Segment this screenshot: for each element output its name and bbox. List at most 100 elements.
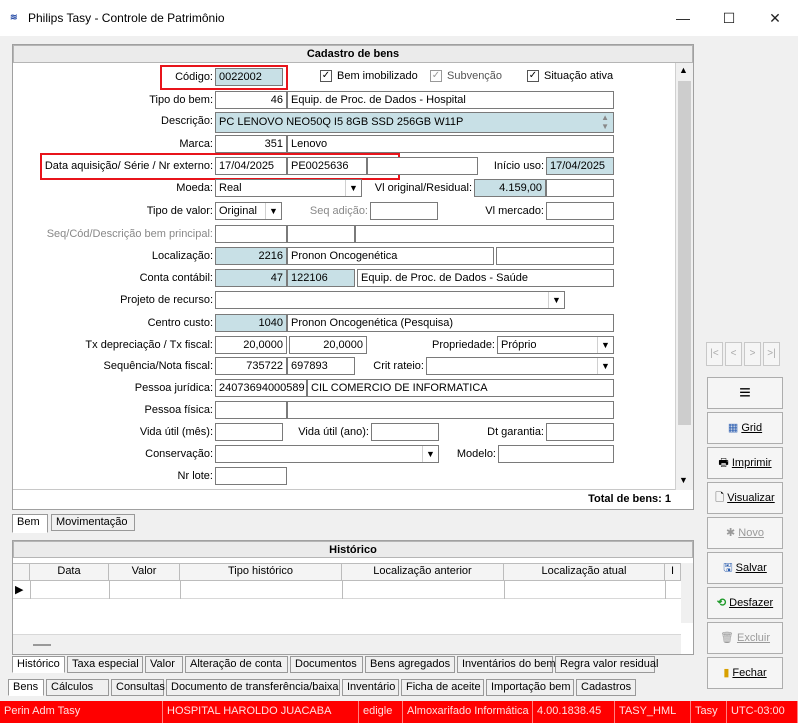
conservacao-select[interactable]: ▼ (215, 445, 439, 463)
tab-regra-valor-residual[interactable]: Regra valor residual (555, 656, 658, 673)
close-button[interactable]: ✕ (752, 0, 798, 36)
chevron-down-icon[interactable]: ▼ (345, 180, 361, 196)
seq-principal-cod-field[interactable] (287, 225, 355, 243)
col-localizacao-anterior[interactable]: Localização anterior (342, 564, 504, 580)
chevron-down-icon[interactable]: ▼ (597, 358, 613, 374)
vida-util-mes-field[interactable] (215, 423, 283, 441)
pessoa-fisica-code-field[interactable] (215, 401, 287, 419)
seq-adicao-field[interactable] (370, 202, 438, 220)
historico-vscroll[interactable] (681, 563, 693, 623)
tab-inventario[interactable]: Inventário (342, 679, 399, 696)
first-record-button[interactable]: |< (706, 342, 723, 366)
tab-alteracao-conta[interactable]: Alteração de conta (185, 656, 288, 673)
tab-bens[interactable]: Bens (8, 679, 44, 696)
tab-calculos[interactable]: Cálculos (46, 679, 109, 696)
moeda-select[interactable]: Real ▼ (215, 179, 362, 197)
descricao-field[interactable]: PC LENOVO NEO50Q I5 8GB SSD 256GB W11P ▲… (215, 112, 614, 133)
historico-row[interactable]: ▶ (13, 581, 681, 599)
centro-custo-code-field[interactable]: 1040 (215, 314, 287, 332)
tipo-bem-desc-field[interactable]: Equip. de Proc. de Dados - Hospital (287, 91, 614, 109)
seq-principal-seq-field[interactable] (215, 225, 287, 243)
modelo-field[interactable] (498, 445, 614, 463)
tab-documentos[interactable]: Documentos (290, 656, 363, 673)
desfazer-button[interactable]: ⟲ Desfazer (707, 587, 783, 619)
maximize-button[interactable]: ☐ (706, 0, 752, 36)
tab-importacao-bem[interactable]: Importação bem (486, 679, 574, 696)
tab-historico[interactable]: Histórico (12, 656, 65, 673)
marca-code-field[interactable]: 351 (215, 135, 287, 153)
chevron-down-icon[interactable]: ▼ (265, 203, 281, 219)
data-aquisicao-field[interactable]: 17/04/2025 (215, 157, 287, 175)
scroll-down-icon[interactable]: ▼ (679, 475, 688, 485)
subvencao-checkbox[interactable]: ✓ Subvenção (430, 70, 502, 83)
excluir-button[interactable]: 🗑 Excluir (707, 622, 783, 654)
tab-consultas[interactable]: Consultas (111, 679, 165, 696)
centro-custo-desc-field[interactable]: Pronon Oncogenética (Pesquisa) (287, 314, 614, 332)
form-scrollbar[interactable]: ▲ ▼ (675, 63, 693, 490)
crit-rateio-select[interactable]: ▼ (426, 357, 614, 375)
spin-icon[interactable]: ▲ ▼ (601, 113, 609, 131)
chevron-down-icon[interactable]: ▼ (597, 337, 613, 353)
col-tipo-historico[interactable]: Tipo histórico (180, 564, 342, 580)
vida-util-ano-field[interactable] (371, 423, 439, 441)
tipo-valor-select[interactable]: Original ▼ (215, 202, 282, 220)
nota-fiscal-field[interactable]: 697893 (287, 357, 355, 375)
col-extra[interactable]: I (665, 564, 681, 580)
pessoa-fisica-name-field[interactable] (287, 401, 614, 419)
scroll-up-icon[interactable]: ▲ (679, 65, 688, 75)
imprimir-button[interactable]: 🖶 Imprimir (707, 447, 783, 479)
scroll-thumb[interactable] (678, 81, 691, 425)
vl-mercado-field[interactable] (546, 202, 614, 220)
grid-button[interactable]: ▦ Grid (707, 412, 783, 444)
col-valor[interactable]: Valor (109, 564, 180, 580)
last-record-button[interactable]: >| (763, 342, 780, 366)
chevron-down-icon[interactable]: ▼ (548, 292, 564, 308)
visualizar-button[interactable]: 🗋 Visualizar (707, 482, 783, 514)
next-record-button[interactable]: > (744, 342, 761, 366)
tab-taxa-especial[interactable]: Taxa especial (67, 656, 143, 673)
codigo-field[interactable]: 0022002 (215, 68, 283, 86)
marca-desc-field[interactable]: Lenovo (287, 135, 614, 153)
tab-valor[interactable]: Valor (145, 656, 183, 673)
tab-cadastros[interactable]: Cadastros (576, 679, 636, 696)
tx-fiscal-field[interactable]: 20,0000 (289, 336, 367, 354)
conta-contabil-desc-field[interactable]: Equip. de Proc. de Dados - Saúde (357, 269, 614, 287)
novo-button[interactable]: ✱ Novo (707, 517, 783, 549)
minimize-button[interactable]: — (660, 0, 706, 36)
dt-garantia-field[interactable] (546, 423, 614, 441)
localizacao-code-field[interactable]: 2216 (215, 247, 287, 265)
tipo-bem-code-field[interactable]: 46 (215, 91, 287, 109)
prev-record-button[interactable]: < (725, 342, 742, 366)
bem-imobilizado-checkbox[interactable]: ✓ Bem imobilizado (320, 70, 418, 83)
serie-field[interactable]: PE0025636 (287, 157, 367, 175)
inicio-uso-field[interactable]: 17/04/2025 (546, 157, 614, 175)
tab-ficha-aceite[interactable]: Ficha de aceite (401, 679, 484, 696)
salvar-button[interactable]: 🖫 Salvar (707, 552, 783, 584)
historico-hscroll[interactable] (13, 634, 681, 654)
scroll-thumb[interactable] (33, 644, 51, 646)
seq-principal-desc-field[interactable] (355, 225, 614, 243)
col-data[interactable]: Data (30, 564, 109, 580)
sequencia-field[interactable]: 735722 (215, 357, 287, 375)
vl-original-field[interactable]: 4.159,00 (474, 179, 546, 197)
vl-residual-field[interactable] (546, 179, 614, 197)
tab-documento-transferencia[interactable]: Documento de transferência/baixa (166, 679, 340, 696)
tab-bens-agregados[interactable]: Bens agregados (365, 656, 455, 673)
localizacao-desc-field[interactable]: Pronon Oncogenética (287, 247, 494, 265)
fechar-button[interactable]: ▮ Fechar (707, 657, 783, 689)
tab-inventarios-bem[interactable]: Inventários do bem (457, 656, 556, 673)
cnpj-field[interactable]: 24073694000589 (215, 379, 307, 397)
situacao-ativa-checkbox[interactable]: ✓ Situação ativa (527, 70, 613, 83)
pessoa-juridica-name-field[interactable]: CIL COMERCIO DE INFORMATICA (307, 379, 614, 397)
localizacao-extra-field[interactable] (496, 247, 614, 265)
conta-contabil-account-field[interactable]: 122106 (287, 269, 355, 287)
menu-button[interactable]: ≡ (707, 377, 783, 409)
propriedade-select[interactable]: Próprio ▼ (497, 336, 614, 354)
conta-contabil-code-field[interactable]: 47 (215, 269, 287, 287)
projeto-recurso-select[interactable]: ▼ (215, 291, 565, 309)
nr-lote-field[interactable] (215, 467, 287, 485)
chevron-down-icon[interactable]: ▼ (422, 446, 438, 462)
nr-externo-field[interactable] (367, 157, 478, 175)
tx-depreciacao-field[interactable]: 20,0000 (215, 336, 287, 354)
tab-bem[interactable]: Bem (12, 514, 48, 533)
